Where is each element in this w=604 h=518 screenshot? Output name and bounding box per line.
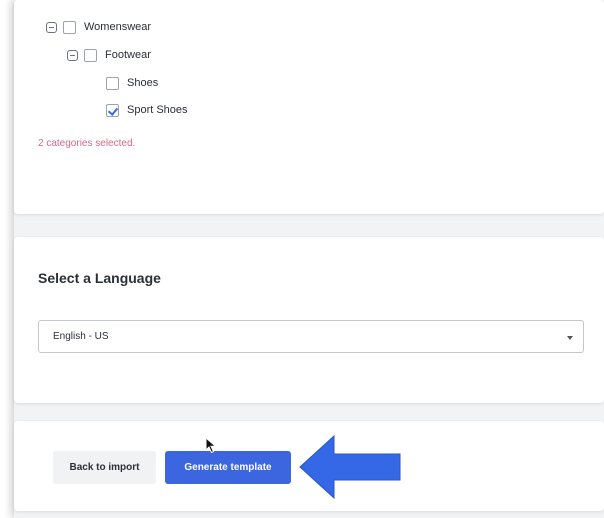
tree-item-footwear[interactable]: Footwear	[67, 46, 151, 64]
collapse-toggle-icon[interactable]	[67, 49, 78, 61]
tree-item-womenswear[interactable]: Womenswear	[46, 18, 151, 36]
womenswear-checkbox[interactable]	[63, 20, 76, 34]
shoes-checkbox[interactable]	[106, 76, 119, 90]
sport-shoes-checkbox[interactable]	[106, 103, 119, 117]
mouse-cursor-icon	[205, 437, 217, 454]
selection-count: 2 categories selected.	[38, 138, 136, 149]
language-select-value: English - US	[53, 331, 109, 342]
tree-item-label: Sport Shoes	[127, 104, 188, 116]
dropdown-caret-icon	[567, 336, 573, 340]
tree-item-sport-shoes[interactable]: Sport Shoes	[106, 101, 188, 119]
collapse-toggle-icon[interactable]	[46, 21, 57, 33]
tree-item-label: Womenswear	[84, 21, 152, 33]
back-to-import-button[interactable]: Back to import	[53, 451, 156, 484]
generate-template-button[interactable]: Generate template	[165, 451, 291, 484]
annotation-arrow-icon	[299, 434, 401, 500]
tree-item-label: Shoes	[127, 77, 159, 89]
tree-item-label: Footwear	[105, 49, 151, 61]
tree-item-shoes[interactable]: Shoes	[106, 74, 158, 92]
language-select[interactable]: English - US	[38, 320, 584, 353]
footwear-checkbox[interactable]	[84, 48, 97, 62]
language-section-title: Select a Language	[38, 270, 161, 286]
